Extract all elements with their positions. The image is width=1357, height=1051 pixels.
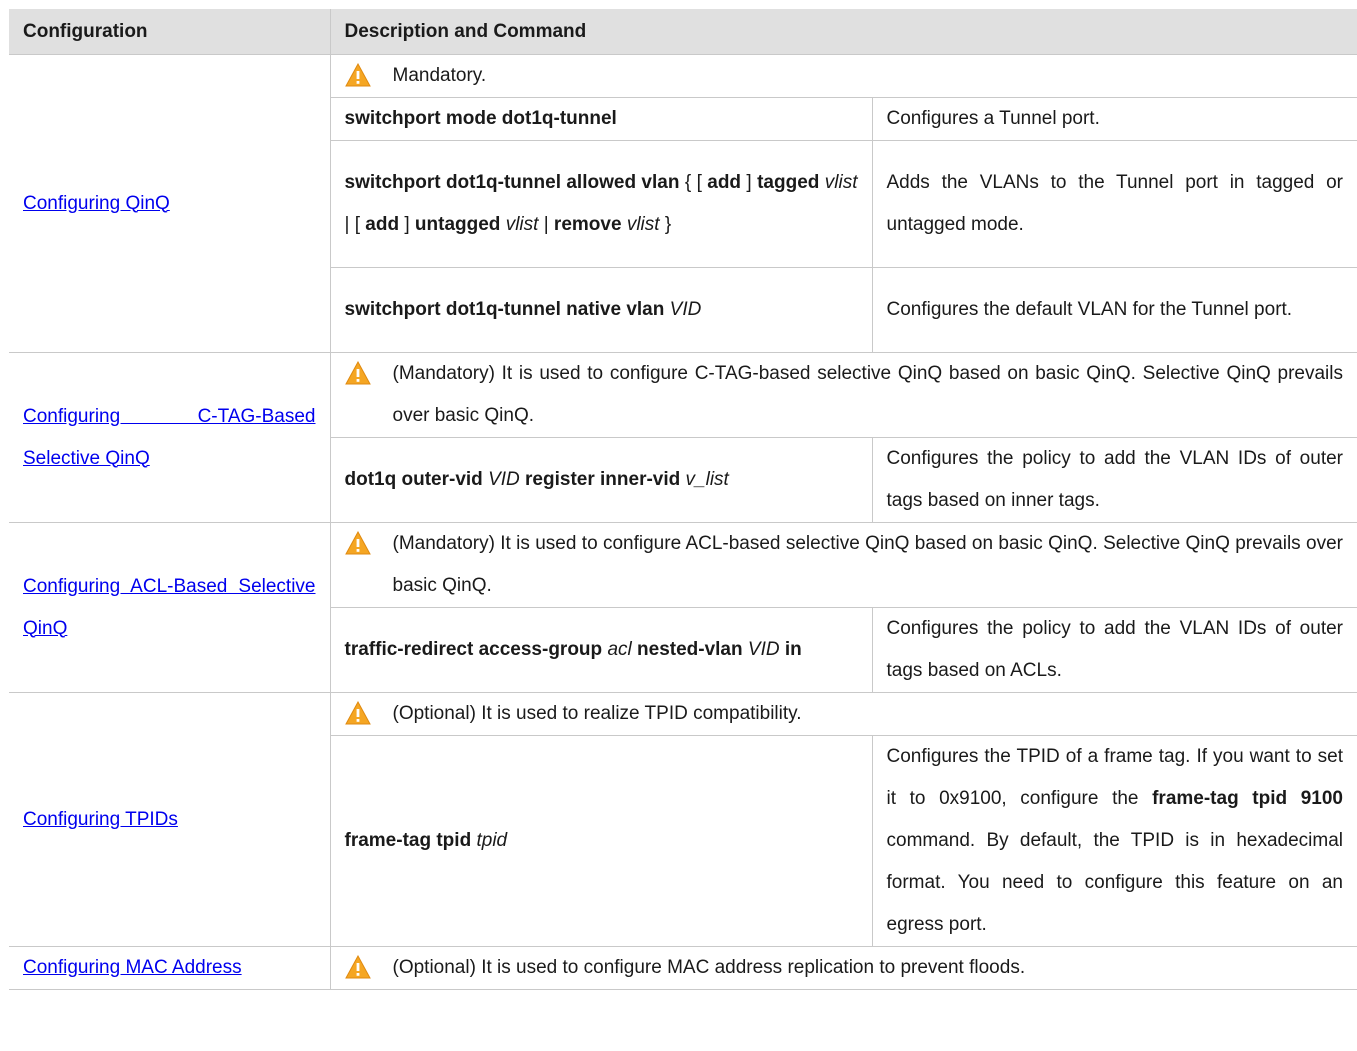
tpid-cmd-desc: Configures the TPID of a frame tag. If y…	[872, 735, 1357, 947]
qinq-cmd2-cell: switchport dot1q-tunnel allowed vlan { […	[330, 140, 873, 268]
mac-note-cell: (Optional) It is used to configure MAC a…	[330, 946, 1357, 990]
command-keyword: switchport mode dot1q-tunnel	[344, 108, 617, 129]
tpid-note-cell: (Optional) It is used to realize TPID co…	[330, 692, 1357, 736]
qinq-cmd2-desc: Adds the VLANs to the Tunnel port in tag…	[872, 140, 1357, 268]
acl-cmd-cell: traffic-redirect access-group acl nested…	[330, 607, 873, 693]
qinq-note-cell: Mandatory.	[330, 54, 1357, 98]
warning-triangle-icon	[344, 955, 371, 979]
configuration-table: Configuration Description and Command Co…	[9, 9, 1357, 990]
configuring-ctag-link[interactable]: Configuring C-TAG-Based Selective QinQ	[23, 396, 316, 480]
ctag-note-row: Configuring C-TAG-Based Selective QinQ (…	[9, 352, 1357, 523]
warning-triangle-icon	[344, 63, 371, 87]
ctag-config-cell: Configuring C-TAG-Based Selective QinQ	[9, 352, 331, 523]
command-keyword: untagged	[414, 214, 501, 235]
command-keyword: switchport dot1q-tunnel allowed vlan	[344, 172, 680, 193]
header-description: Description and Command	[329, 9, 1357, 55]
command-keyword: switchport dot1q-tunnel native vlan	[344, 299, 665, 320]
warning-triangle-icon	[344, 531, 371, 555]
command-syntax: |	[538, 214, 554, 235]
qinq-note-text: Mandatory.	[392, 65, 487, 86]
command-syntax: | [	[344, 214, 366, 235]
qinq-note-row: Configuring QinQ Mandatory.	[9, 54, 1357, 353]
configuring-acl-link[interactable]: Configuring ACL-Based Selective QinQ	[23, 566, 316, 650]
command-syntax: }	[659, 214, 672, 235]
qinq-config-cell: Configuring QinQ	[9, 54, 331, 353]
command-keyword: dot1q outer-vid	[344, 469, 483, 490]
command-keyword: add	[365, 214, 400, 235]
command-arg: vlist	[505, 214, 539, 235]
command-keyword: remove	[553, 214, 622, 235]
acl-note-cell: (Mandatory) It is used to configure ACL-…	[330, 522, 1357, 608]
command-syntax: ]	[741, 172, 752, 193]
command-keyword: frame-tag tpid 9100	[1152, 788, 1343, 809]
command-keyword: register inner-vid	[525, 469, 681, 490]
command-keyword: nested-vlan	[637, 639, 743, 660]
acl-config-cell: Configuring ACL-Based Selective QinQ	[9, 522, 331, 693]
command-keyword: add	[707, 172, 742, 193]
tpid-desc-text: command. By default, the TPID is in hexa…	[886, 830, 1344, 935]
qinq-cmd1-cell: switchport mode dot1q-tunnel	[330, 97, 873, 141]
mac-note-text: (Optional) It is used to configure MAC a…	[392, 957, 1026, 978]
command-arg: acl	[607, 639, 632, 660]
ctag-cmd-cell: dot1q outer-vid VID register inner-vid v…	[330, 437, 873, 523]
command-syntax: ]	[399, 214, 415, 235]
acl-note-row: Configuring ACL-Based Selective QinQ (Ma…	[9, 522, 1357, 693]
tpid-config-cell: Configuring TPIDs	[9, 692, 331, 947]
command-arg: tpid	[476, 830, 508, 851]
qinq-cmd3-desc: Configures the default VLAN for the Tunn…	[872, 267, 1357, 353]
ctag-cmd-desc: Configures the policy to add the VLAN ID…	[872, 437, 1357, 523]
tpid-cmd-cell: frame-tag tpid tpid	[330, 735, 873, 947]
warning-triangle-icon	[344, 701, 371, 725]
command-arg: VID	[747, 639, 780, 660]
ctag-note-cell: (Mandatory) It is used to configure C-TA…	[330, 352, 1357, 438]
ctag-note-text: (Mandatory) It is used to configure C-TA…	[392, 363, 1344, 426]
command-keyword: frame-tag tpid	[344, 830, 472, 851]
command-keyword: traffic-redirect access-group	[344, 639, 603, 660]
tpid-note-text: (Optional) It is used to realize TPID co…	[392, 703, 802, 724]
acl-cmd-desc: Configures the policy to add the VLAN ID…	[872, 607, 1357, 693]
command-arg: v_list	[685, 469, 729, 490]
tpid-note-row: Configuring TPIDs (Optional) It is used …	[9, 692, 1357, 947]
configuring-qinq-link[interactable]: Configuring QinQ	[23, 193, 170, 214]
qinq-cmd1-desc: Configures a Tunnel port.	[872, 97, 1357, 141]
table-header-row: Configuration Description and Command	[9, 9, 1357, 55]
configuring-tpids-link[interactable]: Configuring TPIDs	[23, 809, 178, 830]
mac-config-cell: Configuring MAC Address	[9, 946, 331, 990]
command-arg: vlist	[626, 214, 660, 235]
mac-note-row: Configuring MAC Address (Optional) It is…	[9, 946, 1357, 990]
header-configuration: Configuration	[9, 9, 330, 55]
command-syntax: { [	[679, 172, 708, 193]
qinq-cmd3-cell: switchport dot1q-tunnel native vlan VID	[330, 267, 873, 353]
command-arg: VID	[669, 299, 702, 320]
command-arg: VID	[488, 469, 520, 490]
configuring-mac-address-link[interactable]: Configuring MAC Address	[23, 947, 316, 989]
acl-note-text: (Mandatory) It is used to configure ACL-…	[392, 533, 1344, 596]
command-arg: vlist	[824, 172, 858, 193]
command-keyword: in	[784, 639, 802, 660]
warning-triangle-icon	[344, 361, 371, 385]
command-keyword: tagged	[757, 172, 820, 193]
